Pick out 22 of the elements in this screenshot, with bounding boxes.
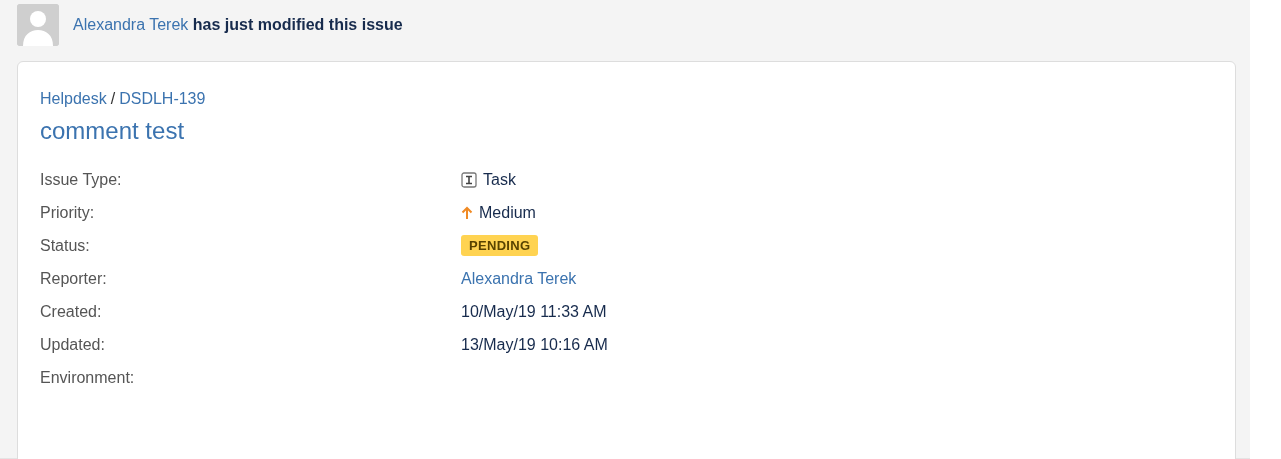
up-arrow-icon xyxy=(461,205,473,220)
field-label: Environment: xyxy=(40,368,136,388)
priority-value: Medium xyxy=(479,203,536,222)
avatar-icon xyxy=(17,4,59,46)
date-value: 13/May/19 10:16 AM xyxy=(461,335,608,354)
breadcrumb-separator: / xyxy=(110,90,116,108)
user-link[interactable]: Alexandra Terek xyxy=(73,16,189,33)
date-value: 10/May/19 11:33 AM xyxy=(461,302,607,321)
field-label: Reporter: xyxy=(40,269,108,289)
issue-key-link[interactable]: DSDLH-139 xyxy=(119,90,206,108)
field-label: Status: xyxy=(40,236,91,256)
notification-message: has just modified this issue xyxy=(192,16,403,33)
field-label: Issue Type: xyxy=(40,170,123,190)
task-icon xyxy=(461,171,477,188)
field-label: Priority: xyxy=(40,203,96,223)
status-lozenge: PENDING xyxy=(461,235,539,256)
reporter-link[interactable]: Alexandra Terek xyxy=(461,269,577,288)
field-label: Updated: xyxy=(40,335,106,355)
issue-type: Task xyxy=(483,170,516,189)
project-link[interactable]: Helpdesk xyxy=(40,90,107,108)
field-label: Created: xyxy=(40,302,103,322)
issue-summary-link[interactable]: comment test xyxy=(40,117,185,145)
